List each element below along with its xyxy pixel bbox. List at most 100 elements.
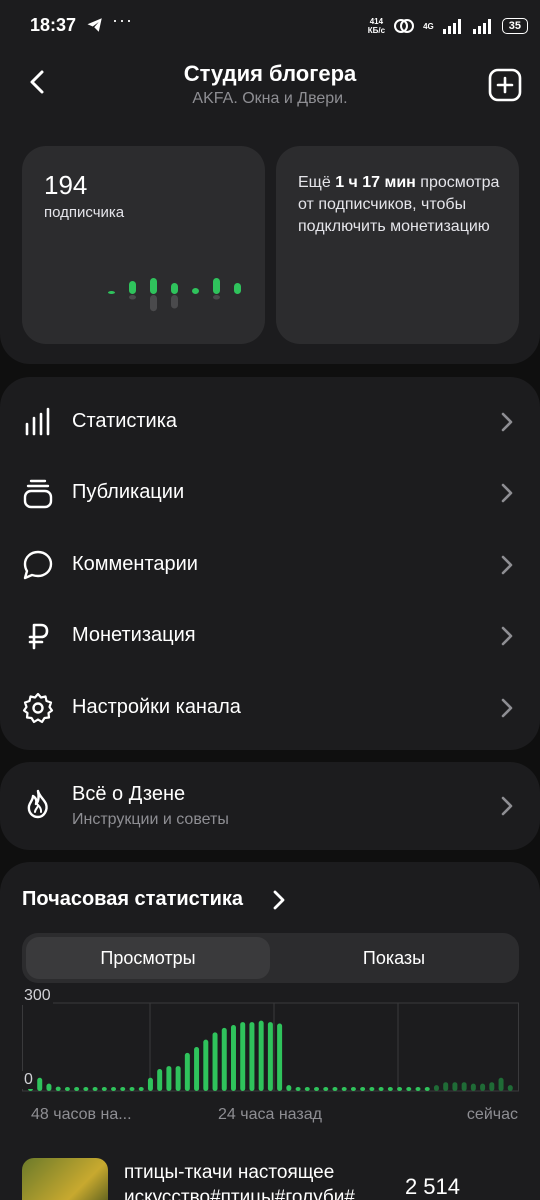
chart-bar [277, 1023, 283, 1091]
chart-bar [295, 1087, 301, 1091]
about-zen-subtitle: Инструкции и советы [72, 811, 229, 828]
chart-bar [406, 1087, 412, 1091]
trend-bar-up [129, 281, 136, 294]
chart-bar [230, 1025, 236, 1091]
about-zen-item[interactable]: Всё о Дзене Инструкции и советы [0, 762, 540, 850]
menu-item-comments[interactable]: Комментарии [0, 534, 540, 594]
chart-bar [203, 1039, 209, 1091]
flame-icon [27, 789, 48, 819]
chart-bar [111, 1087, 117, 1091]
monetization-progress-text: Ещё 1 ч 17 мин просмотра от подписчиков,… [298, 174, 500, 235]
network-type: 4G [423, 21, 434, 31]
menu-item-label: Монетизация [72, 624, 196, 646]
chart-bar [249, 1022, 255, 1091]
chart-bar [507, 1085, 513, 1091]
chart-bar [194, 1047, 200, 1091]
y-axis-max-label: 300 [22, 987, 53, 1005]
menu-item-statistics[interactable]: Статистика [0, 391, 540, 451]
chart-bar [286, 1085, 292, 1091]
chart-bar [415, 1087, 421, 1091]
x-axis-label: сейчас [466, 1106, 518, 1123]
menu-item-label: Настройки канала [72, 696, 241, 718]
hourly-stats-title[interactable]: Почасовая статистика [22, 888, 243, 911]
trend-bar-up [234, 283, 241, 294]
chart-bar [101, 1087, 107, 1091]
chart-bar [129, 1087, 135, 1091]
hourly-stats-section: Почасовая статистика Просмотры Показы 30… [0, 862, 540, 1200]
channel-name: AKFA. Окна и Двери. [192, 90, 348, 107]
battery-indicator: 35 [501, 18, 528, 34]
subscribers-card[interactable]: 194 подписчика [22, 146, 265, 344]
subscribers-trend-chart [108, 278, 241, 312]
hotspot-icon [394, 19, 415, 33]
top-publication-row[interactable]: птицы-ткачи настоящее искусство#птицы#го… [0, 1158, 540, 1200]
tab-impressions[interactable]: Показы [272, 937, 516, 979]
chart-bar [120, 1087, 126, 1091]
about-zen-title: Всё о Дзене [72, 783, 186, 805]
chart-bar [369, 1087, 375, 1091]
chart-bar [258, 1020, 264, 1091]
telegram-icon [87, 18, 102, 32]
trend-bar-down [213, 295, 220, 300]
signal-icon-2 [472, 19, 491, 34]
more-notifications-icon: ··· [112, 10, 133, 30]
publications-icon [23, 479, 53, 509]
chart-bar [166, 1066, 172, 1091]
chart-bar [323, 1087, 329, 1091]
ruble-icon [28, 623, 49, 650]
menu-item-monetization[interactable]: Монетизация [0, 605, 540, 665]
chart-bar [443, 1082, 449, 1091]
monetization-progress-card[interactable]: Ещё 1 ч 17 мин просмотра от подписчиков,… [276, 146, 519, 344]
chart-bar [138, 1087, 144, 1091]
trend-bar-up [108, 291, 115, 294]
menu-item-label: Комментарии [72, 553, 198, 575]
chart-bar [378, 1087, 384, 1091]
chart-bar [240, 1022, 246, 1091]
chart-bar [480, 1083, 486, 1091]
chart-bar [37, 1077, 43, 1091]
chart-bar [175, 1066, 181, 1091]
network-speed: 414 КБ/с [367, 17, 386, 35]
metric-switcher: Просмотры Показы [22, 933, 519, 983]
page-title: Студия блогера [183, 61, 357, 86]
bar-chart-icon [25, 407, 50, 436]
chevron-right-icon [501, 412, 513, 432]
chart-bar [360, 1087, 366, 1091]
status-bar: 18:37 ··· 414 КБ/с 4G 35 [0, 0, 540, 52]
chart-bar [304, 1087, 310, 1091]
menu-item-publications[interactable]: Публикации [0, 462, 540, 522]
status-time: 18:37 [30, 15, 77, 35]
chart-bar [267, 1022, 273, 1091]
tab-views[interactable]: Просмотры [26, 937, 270, 979]
trend-bar-up [192, 288, 199, 294]
chevron-right-icon[interactable] [272, 890, 286, 910]
add-publication-icon[interactable] [488, 68, 522, 102]
publication-title: птицы-ткачи настоящее искусство#птицы#го… [124, 1162, 355, 1200]
chart-bar [397, 1087, 403, 1091]
chevron-right-icon [501, 555, 513, 575]
chevron-right-icon [501, 698, 513, 718]
chevron-right-icon [501, 626, 513, 646]
chart-bar [387, 1087, 393, 1091]
subscribers-count: 194 [44, 170, 88, 200]
summary-panel: 194 подписчика Ещё 1 ч 17 мин просмотра … [0, 124, 540, 364]
trend-bar-down [129, 295, 136, 300]
signal-icon [442, 19, 461, 34]
chart-bar [424, 1087, 430, 1091]
chart-bar [184, 1052, 190, 1091]
y-axis-min-label: 0 [22, 1071, 35, 1089]
chart-bar [332, 1087, 338, 1091]
chart-bar [55, 1086, 61, 1091]
chart-bar [74, 1087, 80, 1091]
chart-bar [83, 1087, 89, 1091]
header: Студия блогера AKFA. Окна и Двери. [0, 52, 540, 124]
trend-bar-down [171, 295, 178, 309]
chart-bar [46, 1083, 52, 1091]
x-axis-label: 24 часа назад [218, 1106, 322, 1123]
menu-item-channel-settings[interactable]: Настройки канала [0, 677, 540, 737]
publication-thumbnail [22, 1158, 108, 1200]
chevron-right-icon [501, 483, 513, 503]
publication-views: 2 514 [404, 1174, 460, 1199]
chart-bar [498, 1077, 504, 1091]
chart-bar [470, 1083, 476, 1091]
